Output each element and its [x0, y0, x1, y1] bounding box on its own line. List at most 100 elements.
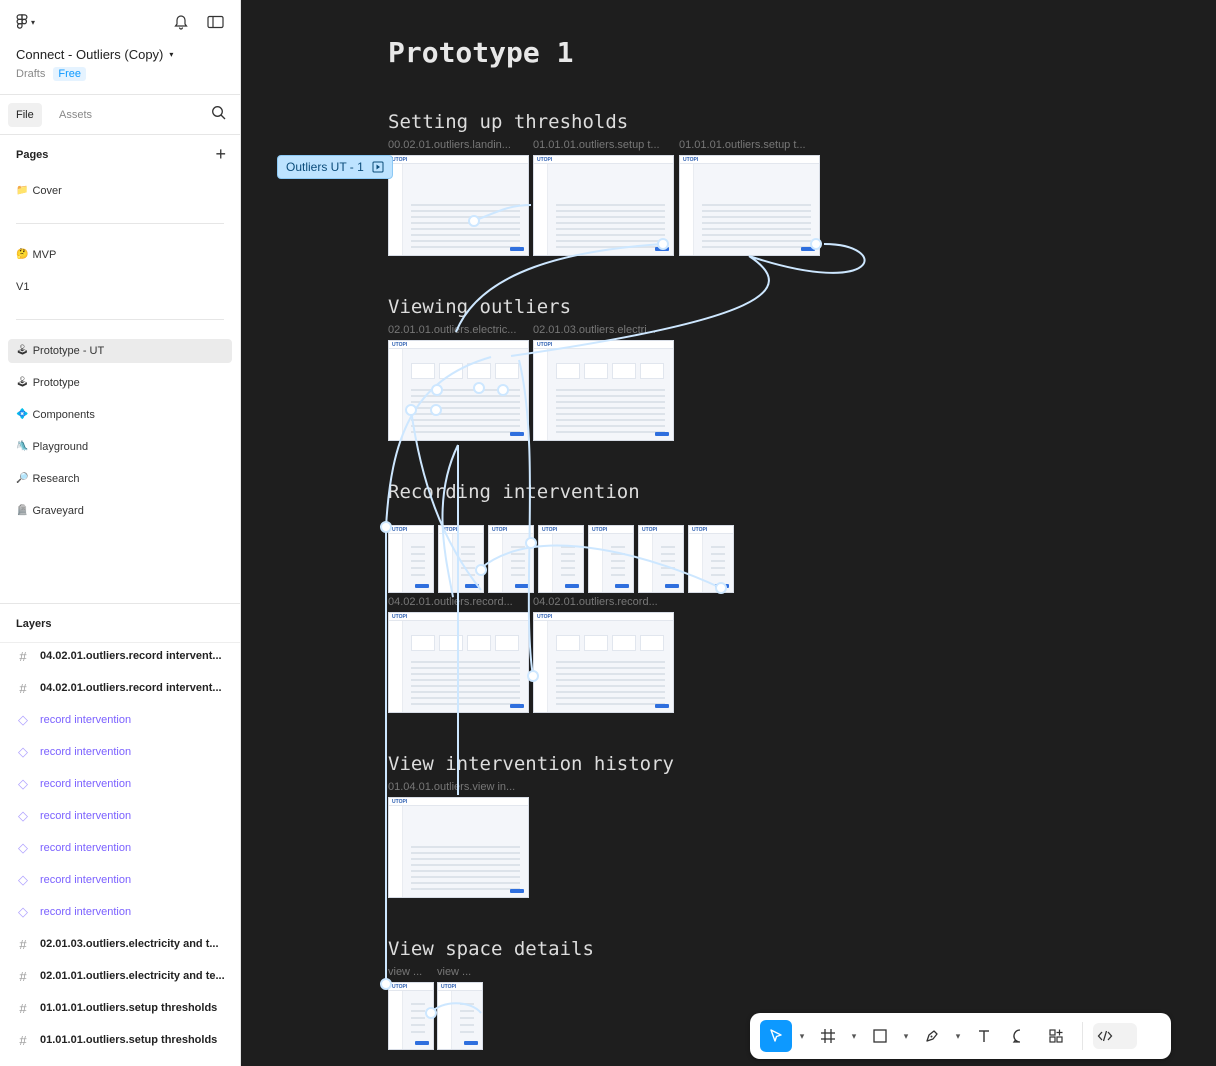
page-item[interactable]: 🛝 Playground: [8, 435, 232, 459]
page-item[interactable]: 🔎 Research: [8, 467, 232, 491]
frame-label[interactable]: 02.01.03.outliers.electri...: [533, 324, 656, 336]
layer-row[interactable]: #04.02.01.outliers.record intervent...: [0, 672, 240, 704]
frame-label[interactable]: 01.04.01.outliers.view in...: [388, 781, 515, 793]
frame-label[interactable]: 04.02.01.outliers.record...: [533, 596, 658, 608]
section-heading-viewing[interactable]: Viewing outliers: [388, 296, 571, 318]
pen-tool-button[interactable]: [916, 1020, 948, 1052]
flow-starting-point-tag[interactable]: Outliers UT - 1: [277, 155, 393, 179]
layer-row[interactable]: #01.01.01.outliers.setup thresholds: [0, 992, 240, 1024]
frame-thumbnail[interactable]: UTOPI: [437, 982, 483, 1050]
sidebar-toggle-icon[interactable]: [207, 14, 224, 30]
frame-thumbnail[interactable]: UTOPI: [679, 155, 820, 256]
page-item[interactable]: 🕹 Prototype - UT: [8, 339, 232, 363]
thumb-line: [556, 204, 665, 206]
thumb-line: [556, 240, 665, 242]
thumb-line: [702, 246, 811, 248]
frame-thumbnail[interactable]: UTOPI: [533, 340, 674, 441]
page-item[interactable]: V1: [8, 275, 232, 299]
layer-row[interactable]: ◇ record intervention: [0, 800, 240, 832]
add-page-button[interactable]: +: [215, 145, 226, 163]
layer-row[interactable]: ◇ record intervention: [0, 896, 240, 928]
text-icon: [979, 1030, 989, 1042]
comment-tool-button[interactable]: [1004, 1020, 1036, 1052]
thumb-line: [461, 574, 475, 576]
thumb-line: [711, 567, 725, 569]
thumb-line: [411, 1024, 425, 1026]
frame-label[interactable]: view ...: [437, 966, 471, 978]
frame-label[interactable]: 01.01.01.outliers.setup t...: [679, 139, 806, 151]
instance-diamond-icon: ◇: [18, 872, 28, 887]
actions-button[interactable]: [1040, 1020, 1072, 1052]
frame-label[interactable]: 00.02.01.outliers.landin...: [388, 139, 511, 151]
layer-row[interactable]: #02.01.03.outliers.electricity and t...: [0, 928, 240, 960]
frame-thumbnail[interactable]: UTOPI: [488, 525, 534, 593]
layer-row[interactable]: #01.01.01.outliers.setup thresholds: [0, 1024, 240, 1056]
thumb-button: [510, 247, 524, 251]
chevron-down-icon[interactable]: ▾: [900, 1031, 912, 1042]
page-item[interactable]: 🕹 Prototype: [8, 371, 232, 395]
instance-diamond-icon: ◇: [18, 904, 28, 919]
frame-thumbnail[interactable]: UTOPI: [533, 155, 674, 256]
section-heading-space[interactable]: View space details: [388, 938, 594, 960]
page-item[interactable]: 📁 Cover: [8, 179, 232, 203]
frame-thumbnail[interactable]: UTOPI: [688, 525, 734, 593]
frame-label[interactable]: view ...: [388, 966, 422, 978]
frame-thumbnail[interactable]: UTOPI: [388, 340, 529, 441]
chevron-down-icon[interactable]: ▾: [952, 1031, 964, 1042]
thumb-brand: UTOPI: [392, 799, 408, 805]
frame-thumbnail[interactable]: UTOPI: [388, 155, 529, 256]
frame-thumbnail[interactable]: UTOPI: [538, 525, 584, 593]
thumb-line: [411, 852, 520, 854]
thumb-line: [711, 574, 725, 576]
page-item[interactable]: 💠 Components: [8, 403, 232, 427]
frame-label[interactable]: 02.01.01.outliers.electric...: [388, 324, 516, 336]
page-item[interactable]: 🪦 Graveyard: [8, 499, 232, 523]
thumb-line: [411, 246, 520, 248]
thumb-brand: UTOPI: [392, 157, 408, 163]
file-location[interactable]: Drafts: [16, 68, 45, 80]
main-menu-button[interactable]: ▾: [16, 14, 35, 30]
section-heading-recording[interactable]: Recording intervention: [388, 481, 640, 503]
page-emoji-icon: 📁: [16, 185, 29, 196]
section-heading-thresholds[interactable]: Setting up thresholds: [388, 111, 628, 133]
notification-bell-icon[interactable]: [173, 14, 189, 30]
file-title-dropdown[interactable]: Connect - Outliers (Copy) ▾: [16, 47, 173, 62]
layer-name: record intervention: [40, 746, 132, 758]
frame-thumbnail[interactable]: UTOPI: [438, 525, 484, 593]
thumb-line: [411, 216, 520, 218]
page-item[interactable]: 🤔 MVP: [8, 243, 232, 267]
frame-label[interactable]: 01.01.01.outliers.setup t...: [533, 139, 660, 151]
frame-thumbnail[interactable]: UTOPI: [588, 525, 634, 593]
frame-thumbnail[interactable]: UTOPI: [533, 612, 674, 713]
search-icon[interactable]: [211, 105, 226, 120]
shape-tool-button[interactable]: [864, 1020, 896, 1052]
section-heading-history[interactable]: View intervention history: [388, 753, 674, 775]
layer-row[interactable]: ◇ record intervention: [0, 704, 240, 736]
tab-file[interactable]: File: [8, 103, 42, 127]
chevron-down-icon[interactable]: ▾: [848, 1031, 860, 1042]
frame-thumbnail[interactable]: UTOPI: [388, 525, 434, 593]
frame-thumbnail[interactable]: UTOPI: [388, 982, 434, 1050]
tab-assets[interactable]: Assets: [51, 103, 100, 127]
play-flow-icon[interactable]: [372, 161, 384, 173]
text-tool-button[interactable]: [968, 1020, 1000, 1052]
frame-label[interactable]: 04.02.01.outliers.record...: [388, 596, 513, 608]
frame-thumbnail[interactable]: UTOPI: [638, 525, 684, 593]
frame-thumbnail[interactable]: UTOPI: [388, 797, 529, 898]
move-tool-button[interactable]: [760, 1020, 792, 1052]
layer-row[interactable]: ◇ record intervention: [0, 832, 240, 864]
layer-row[interactable]: #04.02.01.outliers.record intervent...: [0, 640, 240, 672]
chevron-down-icon[interactable]: ▾: [796, 1031, 808, 1042]
layer-row[interactable]: ◇ record intervention: [0, 736, 240, 768]
thumb-button: [515, 584, 529, 588]
thumb-line: [561, 574, 575, 576]
thumb-line: [661, 553, 675, 555]
frame-thumbnail[interactable]: UTOPI: [388, 612, 529, 713]
layer-row[interactable]: #02.01.01.outliers.electricity and te...: [0, 960, 240, 992]
layer-row[interactable]: ◇ record intervention: [0, 864, 240, 896]
dev-mode-toggle[interactable]: [1093, 1023, 1137, 1049]
frame-tool-button[interactable]: [812, 1020, 844, 1052]
thumb-line: [556, 685, 665, 687]
thumb-line: [411, 673, 520, 675]
layer-row[interactable]: ◇ record intervention: [0, 768, 240, 800]
